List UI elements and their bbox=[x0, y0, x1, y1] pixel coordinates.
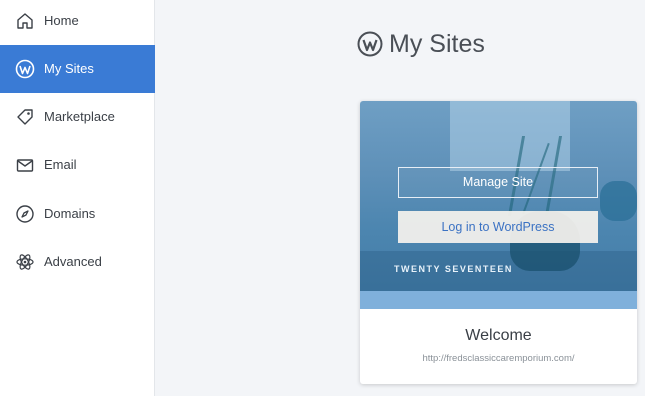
sidebar-item-domains[interactable]: Domains bbox=[0, 190, 155, 238]
wordpress-icon bbox=[357, 31, 383, 57]
sidebar-item-label: Advanced bbox=[44, 254, 102, 269]
site-title: Welcome bbox=[465, 327, 532, 344]
page-title-text: My Sites bbox=[389, 29, 485, 58]
mail-icon bbox=[15, 155, 35, 175]
sidebar-item-label: Domains bbox=[44, 206, 96, 221]
page-title: My Sites bbox=[357, 28, 485, 60]
sidebar-item-my-sites[interactable]: My Sites bbox=[0, 45, 155, 93]
manage-site-button[interactable]: Manage Site bbox=[398, 167, 598, 198]
sidebar: Home My Sites Marketplace Email Domains … bbox=[0, 0, 155, 396]
preview-vase bbox=[600, 181, 637, 221]
login-wordpress-button[interactable]: Log in to WordPress bbox=[398, 211, 598, 243]
site-preview-thumbnail: TWENTY SEVENTEEN Manage Site Log in to W… bbox=[360, 101, 637, 309]
sidebar-item-advanced[interactable]: Advanced bbox=[0, 238, 155, 286]
home-icon bbox=[15, 11, 35, 31]
compass-icon bbox=[15, 204, 35, 224]
tag-icon bbox=[15, 107, 35, 127]
sidebar-item-email[interactable]: Email bbox=[0, 141, 155, 189]
theme-name: TWENTY SEVENTEEN bbox=[394, 264, 513, 274]
sidebar-item-label: Marketplace bbox=[44, 109, 115, 124]
atom-icon bbox=[15, 252, 35, 272]
site-url-link[interactable]: http://fredsclassiccaremporium.com/ bbox=[360, 353, 637, 364]
sidebar-item-home[interactable]: Home bbox=[0, 0, 155, 45]
sidebar-item-label: Email bbox=[44, 157, 77, 172]
sidebar-item-label: Home bbox=[44, 13, 79, 28]
sidebar-item-label: My Sites bbox=[44, 61, 94, 76]
sidebar-item-marketplace[interactable]: Marketplace bbox=[0, 93, 155, 141]
site-card: TWENTY SEVENTEEN Manage Site Log in to W… bbox=[360, 101, 637, 384]
theme-nav-bar bbox=[360, 291, 637, 309]
wordpress-icon bbox=[15, 59, 35, 79]
